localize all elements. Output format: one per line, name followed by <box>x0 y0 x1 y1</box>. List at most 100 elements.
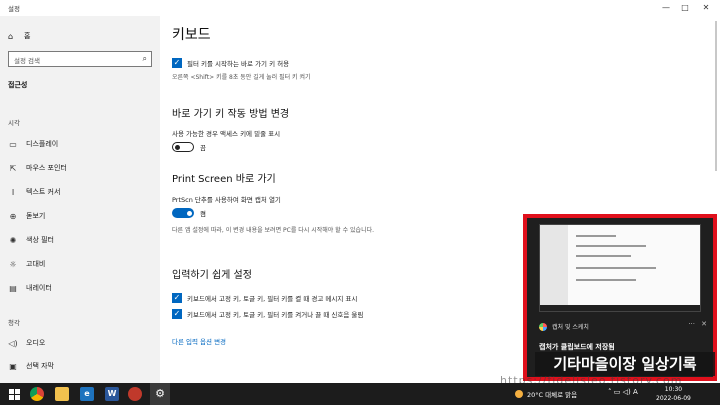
clock-time: 10:30 <box>664 386 683 393</box>
scrollbar[interactable] <box>715 21 717 171</box>
printscreen-toggle[interactable]: 켬 <box>172 208 206 218</box>
input-language[interactable]: A <box>633 388 638 396</box>
sidebar-item-magnifier[interactable]: ⊕ 돋보기 <box>8 209 158 223</box>
sidebar-item-mouse-pointer[interactable]: ⇱ 마우스 포인터 <box>8 161 158 175</box>
monitor-icon: ▭ <box>9 139 17 149</box>
underline-access-keys-toggle[interactable]: 끔 <box>172 142 206 152</box>
chevron-up-icon[interactable]: ˄ <box>608 388 612 396</box>
captions-icon: ▣ <box>9 361 17 371</box>
sidebar-item-audio[interactable]: ◁) 오디오 <box>8 336 158 350</box>
thumbnail-line <box>576 235 616 237</box>
notification-app-name: 캡처 및 스케치 <box>552 324 589 331</box>
narrator-icon: ▤ <box>9 283 17 293</box>
weather-widget[interactable]: 20°C 대체로 맑음 <box>515 389 577 399</box>
toggle-switch-off[interactable] <box>172 142 194 152</box>
watermark-title: 기타마을이장 일상기록 <box>535 352 715 376</box>
search-placeholder: 설정 검색 <box>14 57 40 65</box>
search-input[interactable]: 설정 검색 ⌕ <box>8 51 152 67</box>
search-icon: ⌕ <box>142 54 147 63</box>
thumbnail-line <box>576 245 646 247</box>
sun-icon <box>515 390 523 398</box>
paint-icon[interactable] <box>128 387 142 401</box>
underline-access-keys-label: 사용 가능한 경우 액세스 키에 밑줄 표시 <box>172 130 281 138</box>
window-title: 설정 <box>8 5 20 13</box>
filter-keys-hint: 오른쪽 <Shift> 키를 8초 동안 길게 눌러 필터 키 켜기 <box>172 74 311 81</box>
sidebar-item-high-contrast[interactable]: ☼ 고대비 <box>8 257 158 271</box>
close-icon[interactable]: ✕ <box>701 320 707 328</box>
edge-icon[interactable]: e <box>80 387 94 401</box>
speaker-icon: ◁) <box>8 338 18 348</box>
section-shortcut-title: 바로 가기 키 작동 방법 변경 <box>172 109 290 120</box>
sound-checkbox[interactable]: ✓ 키보드에서 고정 키, 토글 키, 필터 키를 켜거나 끌 때 신호음 울림 <box>172 309 363 319</box>
sidebar-item-label: 고대비 <box>26 260 46 268</box>
magnifier-icon: ⊕ <box>9 211 17 221</box>
printscreen-label: PrtScn 단추를 사용하여 화면 캡처 열기 <box>172 196 281 204</box>
toggle-switch-on[interactable] <box>172 208 194 218</box>
high-contrast-icon: ☼ <box>9 259 17 269</box>
home-icon: ⌂ <box>8 31 14 41</box>
taskbar: e W ⚙ 20°C 대체로 맑음 ˄ ▭ ◁) A 10:30 2022-06… <box>0 383 720 405</box>
sidebar-item-label: 텍스트 커서 <box>26 188 61 196</box>
section-typing-title: 입력하기 쉽게 설정 <box>172 270 252 281</box>
printscreen-hint: 다른 앱 설정에 따라, 이 변경 내용을 보려면 PC를 다시 시작해야 할 … <box>172 227 375 234</box>
warning-message-checkbox[interactable]: ✓ 키보드에서 고정 키, 토글 키, 필터 키를 켤 때 경고 메시지 표시 <box>172 293 357 303</box>
file-explorer-icon[interactable] <box>55 387 69 401</box>
filter-keys-shortcut-checkbox[interactable]: ✓ 필터 키를 시작하는 바로 가기 키 허용 <box>172 58 289 68</box>
thumbnail-line <box>576 279 636 281</box>
close-button[interactable]: ✕ <box>700 2 712 13</box>
clock[interactable]: 10:30 2022-06-09 <box>656 385 691 403</box>
minimize-button[interactable]: — <box>660 2 672 13</box>
sidebar-item-label: 내레이터 <box>26 284 52 292</box>
snip-sketch-icon <box>539 322 547 331</box>
sidebar: ⌂ 홈 설정 검색 ⌕ 접근성 시각 ▭ 디스플레이 ⇱ 마우스 포인터 I 텍… <box>0 16 160 383</box>
maximize-button[interactable]: □ <box>679 2 691 13</box>
checkbox-checked-icon[interactable]: ✓ <box>172 58 182 68</box>
windows-start-icon[interactable] <box>6 386 22 402</box>
sidebar-item-captions[interactable]: ▣ 선택 자막 <box>8 359 158 373</box>
toggle-state-label: 켬 <box>200 210 206 218</box>
thumbnail-taskbar <box>540 305 700 311</box>
toggle-state-label: 끔 <box>200 144 206 152</box>
system-tray[interactable]: ˄ ▭ ◁) A <box>608 388 638 396</box>
notification-message: 캡처가 클립보드에 저장됨 <box>539 343 615 351</box>
sidebar-item-narrator[interactable]: ▤ 내레이터 <box>8 281 158 295</box>
clock-date: 2022-06-09 <box>656 395 691 402</box>
other-typing-options-link[interactable]: 다른 입력 옵션 변경 <box>172 336 226 346</box>
notification-app: 캡처 및 스케치 <box>539 322 589 331</box>
sidebar-item-label: 디스플레이 <box>26 140 59 148</box>
title-bar: 설정 — □ ✕ <box>0 0 720 16</box>
sidebar-item-color-filters[interactable]: ✺ 색상 필터 <box>8 233 158 247</box>
pointer-icon: ⇱ <box>9 163 17 173</box>
sidebar-item-display[interactable]: ▭ 디스플레이 <box>8 137 158 151</box>
category-title: 접근성 <box>8 81 28 89</box>
checkbox-checked-icon[interactable]: ✓ <box>172 293 182 303</box>
checkbox-checked-icon[interactable]: ✓ <box>172 309 182 319</box>
volume-icon[interactable]: ◁) <box>623 388 631 396</box>
chrome-icon[interactable] <box>30 387 44 401</box>
section-vision: 시각 <box>8 119 20 127</box>
sidebar-item-label: 선택 자막 <box>26 362 54 370</box>
settings-gear-icon[interactable]: ⚙ <box>150 383 170 405</box>
sidebar-home[interactable]: ⌂ 홈 <box>8 30 30 42</box>
checkbox-label: 키보드에서 고정 키, 토글 키, 필터 키를 켜거나 끌 때 신호음 울림 <box>187 311 364 319</box>
text-cursor-icon: I <box>11 187 15 197</box>
home-label: 홈 <box>24 32 31 40</box>
checkbox-label: 키보드에서 고정 키, 토글 키, 필터 키를 켤 때 경고 메시지 표시 <box>187 295 358 303</box>
section-hearing: 청각 <box>8 319 20 327</box>
sidebar-item-text-cursor[interactable]: I 텍스트 커서 <box>8 185 158 199</box>
section-printscreen-title: Print Screen 바로 가기 <box>172 174 276 185</box>
screenshot-thumbnail[interactable] <box>539 224 701 312</box>
network-icon[interactable]: ▭ <box>614 388 621 396</box>
page-title: 키보드 <box>172 27 211 43</box>
thumbnail-line <box>576 267 656 269</box>
weather-text: 20°C 대체로 맑음 <box>527 391 578 399</box>
more-options-icon[interactable]: ··· <box>688 320 695 328</box>
color-filter-icon: ✺ <box>9 235 17 245</box>
thumbnail-sidebar <box>540 225 568 311</box>
checkbox-label: 필터 키를 시작하는 바로 가기 키 허용 <box>187 60 290 68</box>
sidebar-item-label: 오디오 <box>26 339 46 347</box>
sidebar-item-label: 마우스 포인터 <box>26 164 67 172</box>
sidebar-item-label: 돋보기 <box>26 212 46 220</box>
word-icon[interactable]: W <box>105 387 119 401</box>
thumbnail-line <box>576 255 631 257</box>
